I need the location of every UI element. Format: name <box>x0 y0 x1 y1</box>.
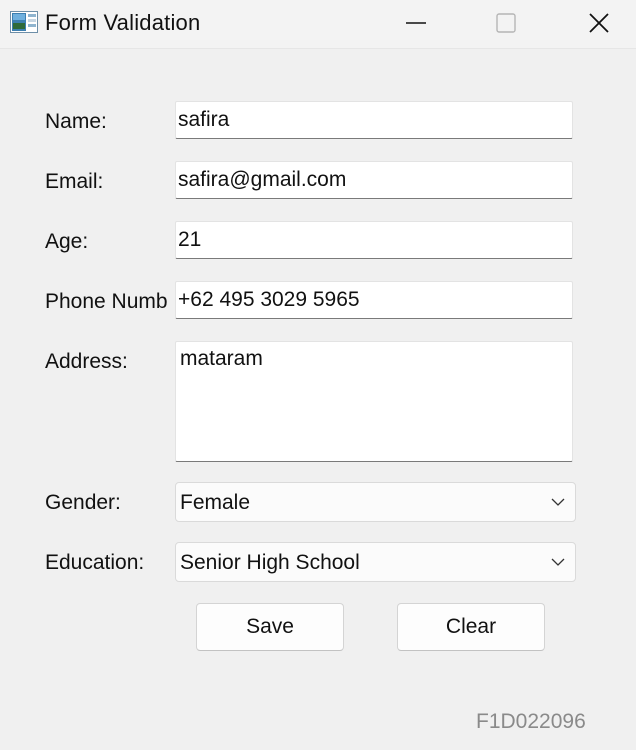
phone-field-frame <box>175 281 573 319</box>
name-label: Name: <box>45 110 107 133</box>
education-combobox[interactable]: Senior High School <box>175 542 576 582</box>
phone-label: Phone Numb <box>45 290 167 313</box>
save-button[interactable]: Save <box>196 603 344 651</box>
student-id-label: F1D022096 <box>476 710 586 733</box>
phone-input[interactable] <box>176 282 572 318</box>
address-label: Address: <box>45 350 128 373</box>
education-label: Education: <box>45 551 145 574</box>
app-window-icon <box>10 11 38 33</box>
address-textarea[interactable]: mataram <box>176 342 572 460</box>
gender-combobox[interactable]: Female <box>175 482 576 522</box>
maximize-icon <box>496 13 516 33</box>
maximize-button[interactable] <box>483 0 529 46</box>
gender-label: Gender: <box>45 491 121 514</box>
age-label: Age: <box>45 230 89 253</box>
title-bar: Form Validation <box>0 0 636 49</box>
name-field-frame <box>175 101 573 139</box>
address-field-frame: mataram <box>175 341 573 462</box>
age-field-frame <box>175 221 573 259</box>
clear-button[interactable]: Clear <box>397 603 545 651</box>
education-selected-value: Senior High School <box>180 551 360 574</box>
email-input[interactable] <box>176 162 572 198</box>
name-input[interactable] <box>176 102 572 138</box>
close-icon <box>589 13 609 33</box>
age-input[interactable] <box>176 222 572 258</box>
email-label: Email: <box>45 170 104 193</box>
close-button[interactable] <box>576 0 622 46</box>
window-title: Form Validation <box>45 10 201 35</box>
email-field-frame <box>175 161 573 199</box>
gender-selected-value: Female <box>180 491 251 514</box>
minimize-button[interactable] <box>393 0 439 46</box>
minimize-icon <box>406 22 426 24</box>
chevron-down-icon <box>551 558 565 566</box>
chevron-down-icon <box>551 498 565 506</box>
